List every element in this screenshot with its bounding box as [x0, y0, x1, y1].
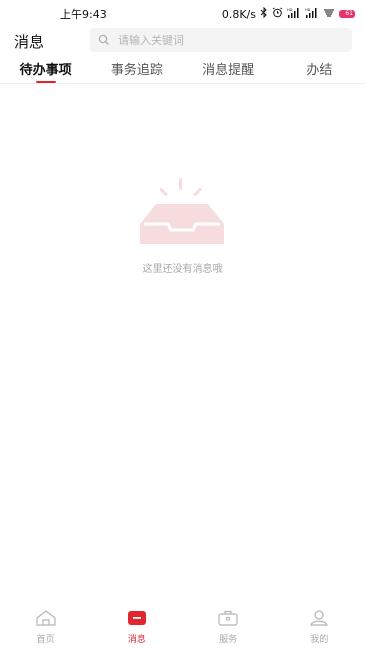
search-input[interactable]: [118, 33, 338, 47]
tab-bar: 待办事项 事务追踪 消息提醒 办结: [0, 54, 365, 84]
wifi-icon: [323, 7, 335, 21]
nav-messages[interactable]: 消息: [91, 604, 182, 650]
network-speed: 0.8K/s: [221, 7, 256, 21]
tab-label: 办结: [306, 63, 333, 78]
message-icon: [127, 610, 147, 630]
status-time: 上午9:43: [60, 8, 107, 21]
nav-home[interactable]: 首页: [0, 604, 91, 650]
bottom-nav: 首页 消息 服务 我的: [0, 604, 365, 650]
tab-label: 事务追踪: [110, 63, 163, 78]
briefcase-icon: [217, 610, 239, 630]
empty-inbox-icon: [138, 176, 228, 250]
tab-active-indicator: [35, 81, 56, 83]
tab-label: 消息提醒: [202, 63, 255, 78]
header: 消息: [0, 28, 365, 54]
status-bar: 上午9:43 0.8K/s HD HD 61: [0, 0, 365, 28]
tab-todo[interactable]: 待办事项: [0, 54, 91, 83]
status-indicators: 0.8K/s HD HD 61: [221, 6, 355, 21]
search-icon: [98, 31, 110, 50]
signal-label-1: HD: [287, 8, 293, 12]
nav-profile[interactable]: 我的: [274, 604, 365, 650]
home-icon: [35, 609, 57, 630]
nav-label: 消息: [127, 634, 146, 645]
search-box[interactable]: [90, 28, 352, 52]
alarm-icon: [272, 7, 283, 21]
empty-state: 这里还没有消息哦: [0, 176, 365, 275]
page-title: 消息: [14, 32, 45, 51]
nav-label: 我的: [310, 634, 329, 645]
signal-icon-2: HD: [305, 7, 319, 21]
tab-label: 待办事项: [19, 63, 72, 78]
tab-completed[interactable]: 办结: [274, 54, 365, 83]
nav-label: 服务: [219, 634, 238, 645]
battery-level: 61: [345, 10, 353, 17]
tab-reminders[interactable]: 消息提醒: [183, 54, 274, 83]
nav-label: 首页: [36, 634, 55, 645]
bluetooth-icon: [260, 6, 268, 21]
signal-icon-1: HD: [287, 7, 301, 21]
battery-icon: 61: [339, 10, 355, 18]
empty-message: 这里还没有消息哦: [142, 264, 223, 275]
tab-tracking[interactable]: 事务追踪: [91, 54, 182, 83]
nav-services[interactable]: 服务: [183, 604, 274, 650]
signal-label-2: HD: [305, 8, 311, 12]
user-icon: [309, 609, 329, 630]
